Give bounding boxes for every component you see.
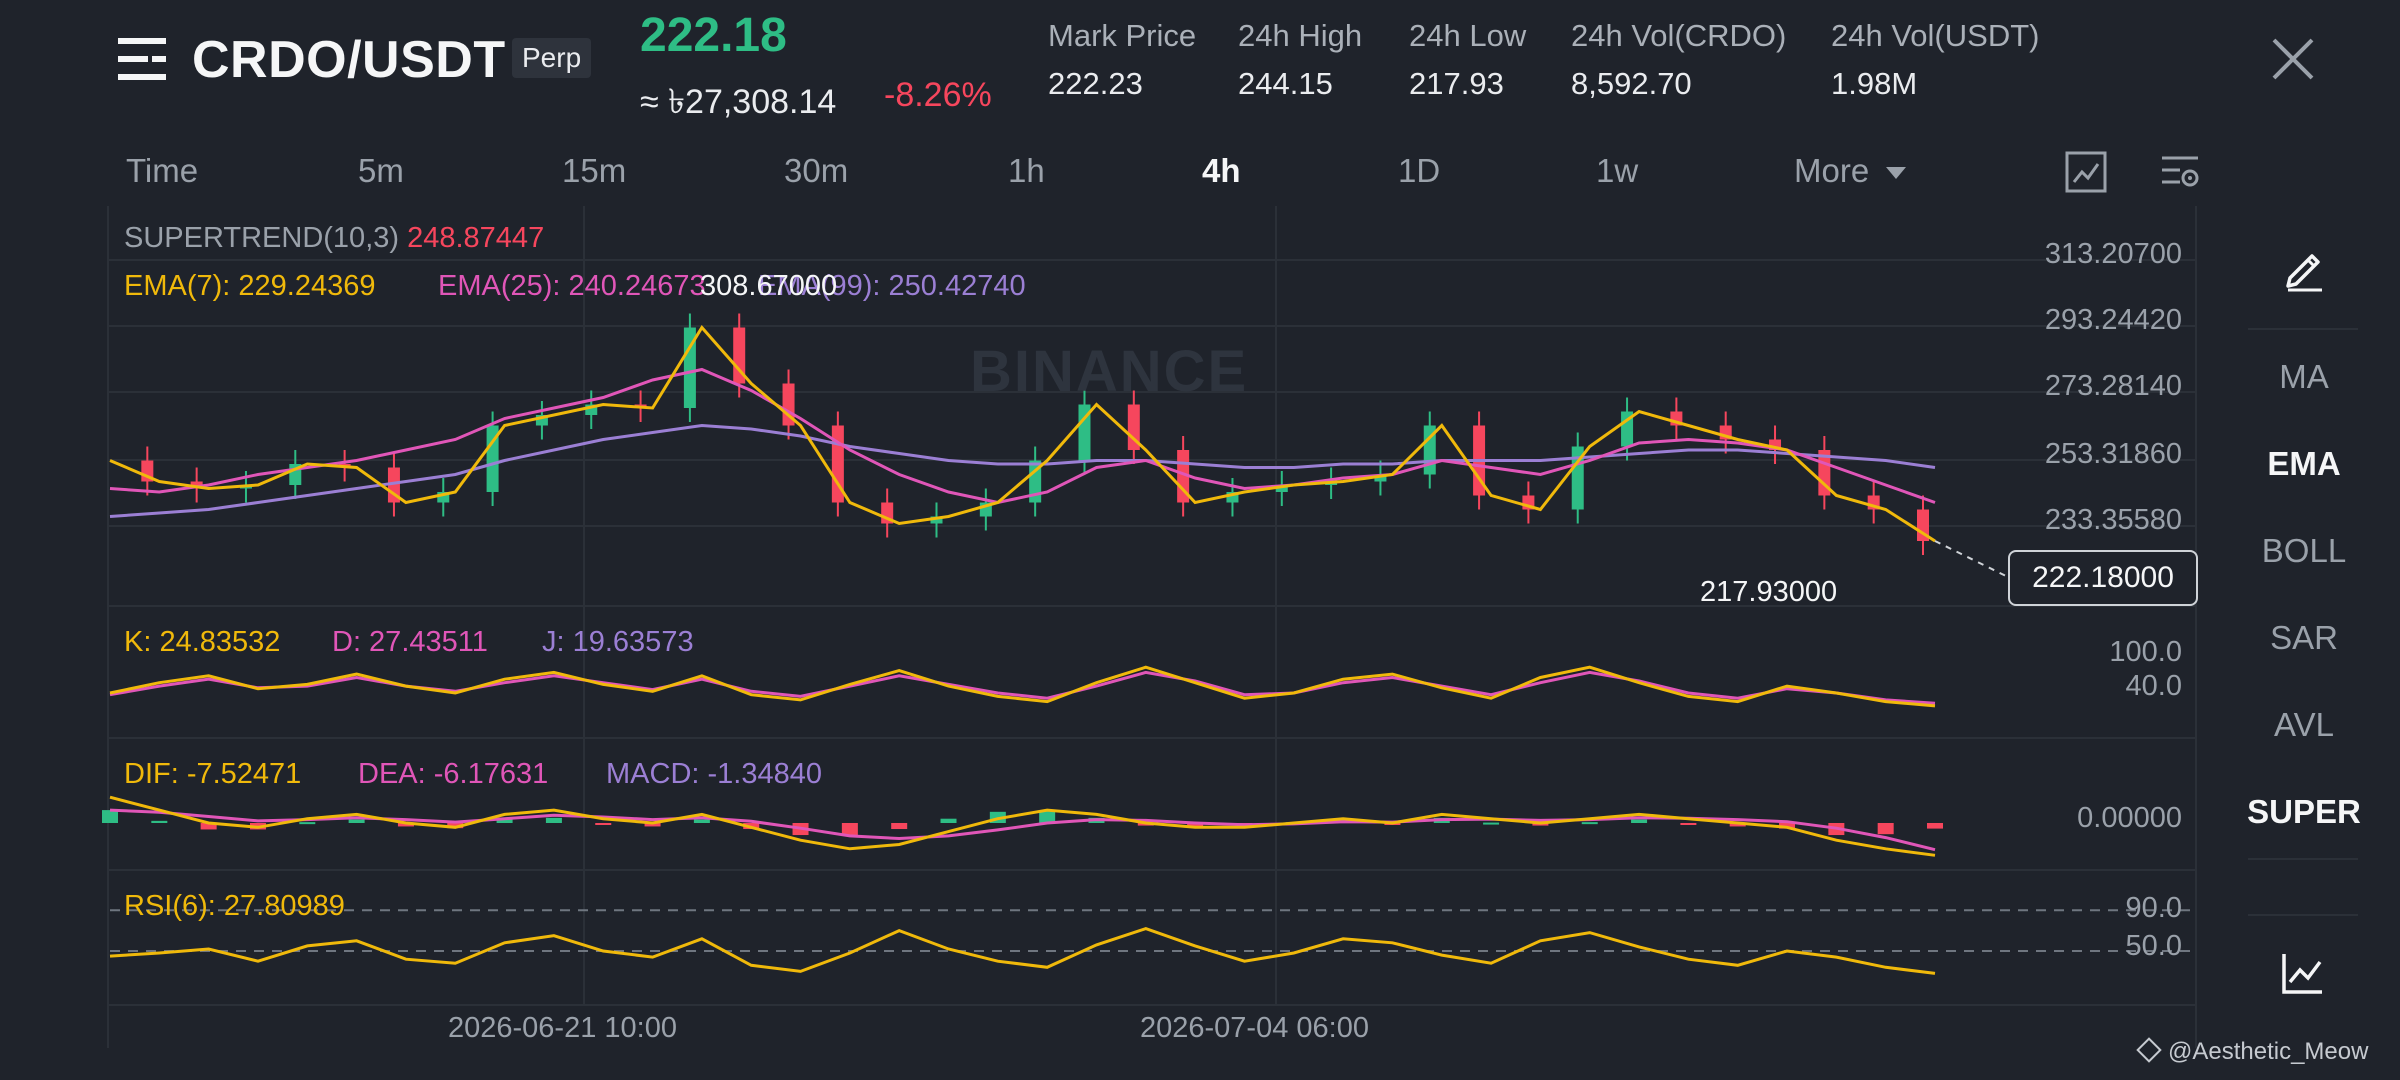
kdj-chart: [109, 665, 1936, 708]
tab-1w[interactable]: 1w: [1596, 152, 1638, 190]
tab-4h[interactable]: 4h: [1202, 152, 1241, 190]
time-axis-tick: 2026-06-21 10:00: [448, 1012, 677, 1044]
macd-histogram-bar: [1581, 822, 1598, 825]
current-price-tag: 222.18000: [2008, 550, 2198, 606]
macd-histogram-bar: [545, 817, 562, 823]
rsi-label: RSI(6): 27.80989: [124, 890, 345, 922]
sidebar-item-super[interactable]: SUPER: [2204, 793, 2400, 831]
sidebar-item-ema[interactable]: EMA: [2204, 445, 2400, 483]
chart-type-icon[interactable]: [2064, 150, 2108, 194]
tab-1h[interactable]: 1h: [1008, 152, 1045, 190]
stat-value-24h-low: 217.93: [1409, 66, 1504, 101]
more-label: More: [1794, 152, 1870, 189]
price-axis-tick: 233.35580: [2044, 504, 2182, 536]
ema99-line: [109, 423, 1936, 518]
macd-histogram-bar: [940, 818, 957, 823]
diamond-icon: [2136, 1037, 2162, 1063]
macd-histogram-bar: [299, 822, 316, 825]
macd-histogram-bar: [1680, 823, 1697, 825]
macd-histogram-bar: [1631, 819, 1648, 823]
stat-label-mark-price: Mark Price: [1048, 18, 1197, 53]
macd-axis-tick: 0.00000: [2077, 802, 2182, 834]
price-axis-tick: 273.28140: [2044, 370, 2182, 402]
current-price-guide: [1934, 540, 2009, 578]
indicator-settings-icon[interactable]: [2158, 150, 2202, 194]
ema7-label: EMA(7): 229.24369: [124, 270, 376, 302]
sidebar-item-sar[interactable]: SAR: [2204, 619, 2400, 657]
macd-histogram-bar: [1483, 822, 1500, 825]
price-axis-tick: 253.31860: [2044, 438, 2182, 470]
sidebar-divider: [2248, 858, 2358, 860]
perp-badge: Perp: [512, 38, 592, 78]
rsi-axis-tick: 90.0: [2125, 892, 2182, 924]
supertrend-label: SUPERTREND(10,3) 248.87447: [124, 222, 544, 255]
macd-histogram-bar: [891, 823, 908, 830]
price-change: -8.26%: [884, 76, 992, 114]
supertrend-value: 248.87447: [407, 222, 545, 254]
tab-15m[interactable]: 15m: [562, 152, 626, 190]
macd-histogram-bar: [693, 819, 710, 823]
sidebar-item-boll[interactable]: BOLL: [2204, 532, 2400, 570]
price-axis-tick: 313.20700: [2044, 238, 2182, 270]
kdj-k-label: K: 24.83532: [124, 626, 281, 658]
macd-dea-label: DEA: -6.17631: [358, 758, 549, 790]
macd-histogram-bar: [151, 820, 168, 823]
macd-histogram-bar: [348, 819, 365, 823]
binance-watermark: BINANCE: [970, 339, 1249, 404]
chart-analysis-icon[interactable]: [2280, 950, 2326, 996]
sidebar-item-ma[interactable]: MA: [2204, 358, 2400, 396]
approx-price: ≈ ৳27,308.14: [640, 83, 837, 121]
draw-pencil-icon[interactable]: [2282, 246, 2328, 292]
sidebar-divider: [2248, 914, 2358, 916]
sidebar-item-avl[interactable]: AVL: [2204, 706, 2400, 744]
tab-time[interactable]: Time: [126, 152, 198, 190]
ema25-label: EMA(25): 240.24673: [438, 270, 706, 302]
rsi-axis-tick: 50.0: [2125, 930, 2182, 962]
tab-5m[interactable]: 5m: [358, 152, 404, 190]
stat-value-24h-vol-crdo: 8,592.70: [1571, 66, 1692, 101]
tab-1d[interactable]: 1D: [1398, 152, 1440, 190]
pair-title[interactable]: CRDO/USDT: [192, 30, 506, 90]
macd-histogram-bar: [102, 810, 118, 823]
rsi-line: [109, 927, 1936, 975]
stat-label-24h-vol-usdt: 24h Vol(USDT): [1831, 18, 2040, 53]
macd-histogram-bar: [595, 823, 612, 825]
close-icon[interactable]: [2270, 36, 2316, 82]
macd-value-label: MACD: -1.34840: [606, 758, 822, 790]
kdj-axis-tick: 40.0: [2125, 670, 2182, 702]
stat-label-24h-vol-crdo: 24h Vol(CRDO): [1571, 18, 1787, 53]
high-annotation: 308.67000: [700, 270, 838, 302]
low-annotation: 217.93000: [1700, 576, 1838, 608]
caret-down-icon: [1886, 167, 1907, 180]
stat-label-24h-low: 24h Low: [1409, 18, 1527, 53]
kdj-d-label: D: 27.43511: [332, 626, 488, 658]
price-axis-tick: 293.24420: [2044, 304, 2182, 336]
stat-value-24h-high: 244.15: [1238, 66, 1333, 101]
macd-chart: [102, 795, 1943, 857]
tab-30m[interactable]: 30m: [784, 152, 848, 190]
stat-label-24h-high: 24h High: [1238, 18, 1363, 53]
time-axis-tick: 2026-07-04 06:00: [1140, 1012, 1369, 1044]
supertrend-name: SUPERTREND(10,3): [124, 222, 400, 254]
last-price: 222.18: [640, 9, 787, 62]
stat-value-mark-price: 222.23: [1048, 66, 1143, 101]
sidebar-divider: [2248, 328, 2358, 330]
tab-more[interactable]: More: [1794, 152, 1907, 190]
stat-value-24h-vol-usdt: 1.98M: [1831, 66, 1918, 101]
footer-credit-text: @Aesthetic_Meow: [2168, 1038, 2369, 1065]
footer-credit: @Aesthetic_Meow: [2136, 1037, 2369, 1066]
kdj-j-label: J: 19.63573: [542, 626, 694, 658]
menu-icon[interactable]: [118, 36, 168, 84]
kdj-axis-tick: 100.0: [2109, 636, 2182, 668]
macd-dif-label: DIF: -7.52471: [124, 758, 302, 790]
